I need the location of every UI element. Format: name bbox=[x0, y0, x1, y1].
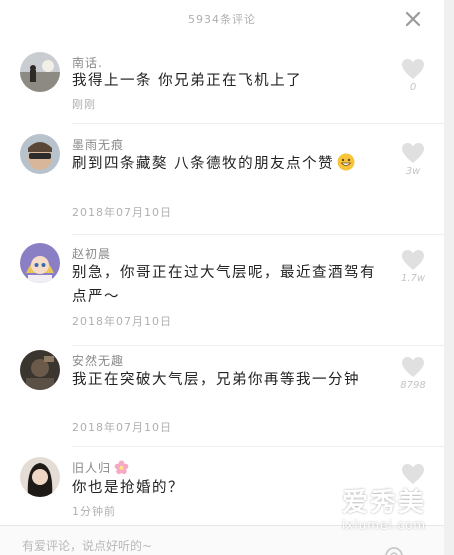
avatar[interactable] bbox=[20, 134, 60, 174]
comment-header: 5934条评论 bbox=[0, 0, 444, 38]
close-icon bbox=[405, 11, 421, 27]
grinning-face-icon bbox=[337, 153, 355, 179]
heart-icon bbox=[402, 250, 424, 270]
like-count: 1.7w bbox=[400, 273, 426, 284]
comment-time: 2018年07月10日 bbox=[72, 206, 172, 219]
comment-username[interactable]: 赵初晨 bbox=[72, 245, 111, 262]
avatar[interactable] bbox=[20, 457, 60, 497]
avatar[interactable] bbox=[20, 243, 60, 283]
at-icon[interactable] bbox=[384, 546, 404, 555]
close-button[interactable] bbox=[402, 8, 424, 30]
avatar[interactable] bbox=[20, 350, 60, 390]
comment-time: 刚刚 bbox=[72, 98, 96, 111]
like-button[interactable]: 0 bbox=[398, 58, 428, 93]
comment-text-content: 刷到四条藏獒 八条德牧的朋友点个赞 bbox=[72, 156, 335, 172]
watermark-logo: 爱秀美 ixiumei.com bbox=[328, 488, 440, 532]
comment-input[interactable] bbox=[20, 535, 384, 555]
comment-item: 赵初晨 别急，你哥正在过大气层呢，最近查酒驾有点严～ 2018年07月10日 1… bbox=[0, 235, 444, 345]
comment-count-title: 5934条评论 bbox=[188, 13, 256, 26]
like-button[interactable] bbox=[398, 463, 428, 487]
heart-icon bbox=[402, 357, 424, 377]
like-button[interactable]: 1.7w bbox=[398, 249, 428, 284]
comment-username[interactable]: 墨雨无痕 bbox=[72, 136, 124, 153]
watermark-main: 爱秀美 bbox=[341, 488, 426, 518]
heart-icon bbox=[402, 143, 424, 163]
comment-item: 墨雨无痕 刷到四条藏獒 八条德牧的朋友点个赞 2018年07月10日 3w bbox=[0, 124, 444, 234]
like-count: 3w bbox=[405, 166, 421, 177]
like-button[interactable]: 3w bbox=[398, 142, 428, 177]
comment-time: 1分钟前 bbox=[72, 505, 116, 518]
watermark-sub: ixiumei.com bbox=[341, 518, 427, 532]
comment-text: 我正在突破大气层，兄弟你再等我一分钟 bbox=[72, 372, 360, 388]
avatar[interactable] bbox=[20, 52, 60, 92]
comment-text: 刷到四条藏獒 八条德牧的朋友点个赞 bbox=[72, 152, 382, 179]
comment-item: 安然无趣 我正在突破大气层，兄弟你再等我一分钟 2018年07月10日 8798 bbox=[0, 346, 444, 456]
comment-text: 我得上一条 你兄弟正在飞机上了 bbox=[72, 73, 303, 89]
comment-text: 别急，你哥正在过大气层呢，最近查酒驾有点严～ bbox=[72, 265, 376, 305]
like-count: 8798 bbox=[400, 380, 426, 391]
comment-username-text: 旧人归 bbox=[72, 461, 112, 475]
comment-time: 2018年07月10日 bbox=[72, 315, 172, 328]
comment-sheet: 5934条评论 南话. 我得上一条 你兄弟正在飞机上了 刚刚 0 墨雨无痕 刷到… bbox=[0, 0, 444, 555]
comment-username[interactable]: 安然无趣 bbox=[72, 352, 124, 369]
like-count: 0 bbox=[409, 82, 417, 93]
like-button[interactable]: 8798 bbox=[398, 356, 428, 391]
heart-icon bbox=[402, 464, 424, 484]
comment-item: 南话. 我得上一条 你兄弟正在飞机上了 刚刚 0 bbox=[0, 44, 444, 124]
heart-icon bbox=[402, 59, 424, 79]
comment-time: 2018年07月10日 bbox=[72, 421, 172, 434]
